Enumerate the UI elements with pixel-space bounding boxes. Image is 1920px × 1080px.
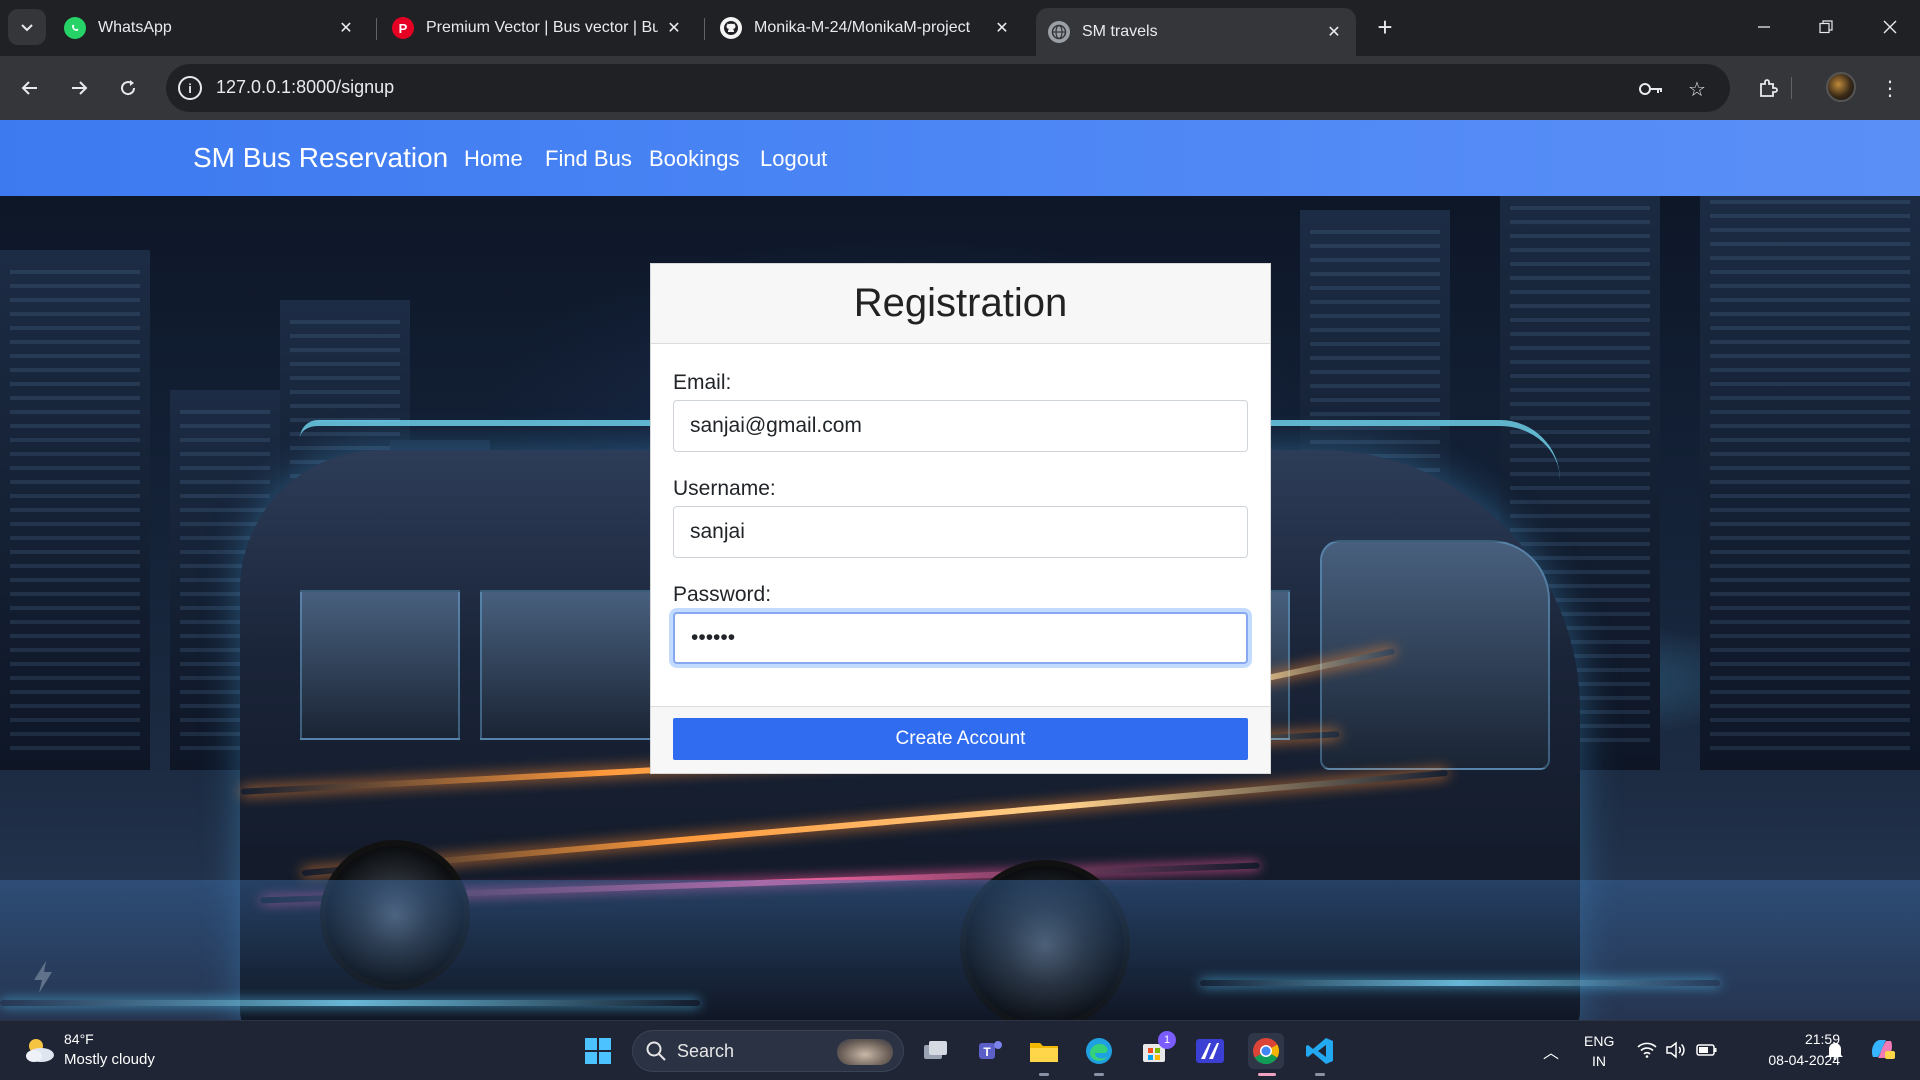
site-navbar: SM Bus Reservation Home Find Bus Booking… bbox=[0, 120, 1920, 196]
close-tab-icon[interactable]: ✕ bbox=[336, 18, 356, 38]
show-hidden-icons[interactable]: ︿ bbox=[1543, 1039, 1559, 1063]
street bbox=[0, 880, 1920, 1020]
chrome-icon[interactable] bbox=[1248, 1033, 1284, 1069]
building-silhouette bbox=[0, 250, 150, 770]
taskbar-search[interactable]: Search bbox=[632, 1030, 904, 1072]
nav-link-find-bus[interactable]: Find Bus bbox=[545, 146, 632, 172]
close-icon bbox=[1883, 20, 1897, 34]
search-label: Search bbox=[677, 1041, 735, 1061]
tab-separator bbox=[704, 18, 705, 40]
partly-cloudy-icon[interactable] bbox=[22, 1035, 56, 1065]
page-title: Registration bbox=[853, 281, 1068, 325]
chrome-menu-icon[interactable]: ⋮ bbox=[1872, 70, 1908, 106]
tab-title: Monika-M-24/MonikaM-project bbox=[754, 19, 971, 36]
password-label: Password: bbox=[673, 583, 772, 606]
volume-icon[interactable] bbox=[1664, 1039, 1686, 1061]
whatsapp-icon bbox=[64, 17, 86, 39]
browser-toolbar: i 127.0.0.1:8000/signup ☆ ⋮ bbox=[0, 56, 1920, 120]
username-label: Username: bbox=[673, 477, 776, 500]
restore-icon bbox=[1819, 20, 1833, 34]
email-label: Email: bbox=[673, 371, 732, 394]
bus-windshield bbox=[1320, 540, 1550, 770]
notification-bell-icon[interactable] bbox=[1824, 1039, 1846, 1061]
bus-window bbox=[480, 590, 670, 740]
language-indicator[interactable]: ENG bbox=[1584, 1033, 1614, 1049]
forward-arrow-icon bbox=[72, 81, 88, 95]
tab-whatsapp[interactable]: WhatsApp ✕ bbox=[52, 8, 368, 48]
profile-avatar[interactable] bbox=[1826, 72, 1856, 102]
password-key-icon[interactable] bbox=[1638, 76, 1664, 102]
github-icon bbox=[720, 17, 742, 39]
windows-taskbar: 84°F Mostly cloudy Search T 1 ︿ ENG IN 2… bbox=[0, 1020, 1920, 1080]
url-text[interactable]: 127.0.0.1:8000/signup bbox=[216, 77, 394, 98]
tab-title: Premium Vector | Bus vector | Bus bbox=[426, 19, 658, 36]
language-region[interactable]: IN bbox=[1592, 1053, 1606, 1069]
tab-sm-travels[interactable]: SM travels ✕ bbox=[1036, 8, 1356, 56]
bus-window bbox=[300, 590, 460, 740]
battery-icon[interactable] bbox=[1696, 1039, 1718, 1061]
chevron-down-icon bbox=[21, 24, 33, 32]
weather-description[interactable]: Mostly cloudy bbox=[64, 1051, 155, 1068]
create-account-button[interactable]: Create Account bbox=[673, 718, 1248, 760]
restore-button[interactable] bbox=[1806, 10, 1846, 44]
extensions-icon[interactable] bbox=[1750, 70, 1786, 106]
card-footer: Create Account bbox=[651, 706, 1270, 773]
file-explorer-icon[interactable] bbox=[1026, 1033, 1062, 1069]
close-window-button[interactable] bbox=[1870, 10, 1910, 44]
active-indicator bbox=[1258, 1073, 1276, 1076]
notification-badge: 1 bbox=[1158, 1031, 1176, 1049]
weather-temperature[interactable]: 84°F bbox=[64, 1031, 94, 1047]
tab-github[interactable]: Monika-M-24/MonikaM-project ✕ bbox=[708, 8, 1024, 48]
site-brand[interactable]: SM Bus Reservation bbox=[193, 142, 448, 174]
running-indicator bbox=[1315, 1073, 1325, 1076]
task-view-icon[interactable] bbox=[918, 1033, 954, 1069]
reload-button[interactable] bbox=[110, 70, 146, 106]
tab-separator bbox=[376, 18, 377, 40]
back-arrow-icon bbox=[21, 81, 37, 95]
nav-link-home[interactable]: Home bbox=[464, 146, 523, 172]
running-indicator bbox=[1094, 1073, 1104, 1076]
copilot-icon[interactable] bbox=[1868, 1035, 1896, 1063]
windows-start-icon[interactable] bbox=[580, 1033, 616, 1069]
tab-title: WhatsApp bbox=[98, 19, 172, 36]
minimize-button[interactable] bbox=[1744, 10, 1784, 44]
lightning-icon bbox=[34, 961, 52, 993]
reload-icon bbox=[121, 80, 136, 96]
nav-link-bookings[interactable]: Bookings bbox=[649, 146, 740, 172]
tab-search-button[interactable] bbox=[8, 9, 46, 45]
tab-pinterest[interactable]: P Premium Vector | Bus vector | Bus ✕ bbox=[380, 8, 696, 48]
new-tab-button[interactable]: + bbox=[1370, 12, 1400, 42]
card-header: Registration bbox=[651, 264, 1270, 344]
teams-icon[interactable]: T bbox=[972, 1033, 1008, 1069]
forward-button[interactable] bbox=[61, 70, 97, 106]
tab-title: SM travels bbox=[1082, 23, 1158, 40]
svg-text:T: T bbox=[983, 1045, 991, 1059]
vscode-icon[interactable] bbox=[1302, 1033, 1338, 1069]
back-button[interactable] bbox=[12, 70, 48, 106]
running-indicator bbox=[1039, 1073, 1049, 1076]
close-tab-icon[interactable]: ✕ bbox=[664, 18, 684, 38]
page-viewport: SM Bus Reservation Home Find Bus Booking… bbox=[0, 120, 1920, 1020]
ai-app-icon[interactable] bbox=[1192, 1033, 1228, 1069]
toolbar-divider bbox=[1786, 70, 1796, 106]
globe-icon bbox=[1048, 21, 1070, 43]
minimize-icon bbox=[1758, 26, 1770, 28]
password-field[interactable]: •••••• bbox=[673, 612, 1248, 664]
username-field[interactable]: sanjai bbox=[673, 506, 1248, 558]
nav-link-logout[interactable]: Logout bbox=[760, 146, 827, 172]
search-icon bbox=[646, 1041, 666, 1061]
search-highlight-image bbox=[837, 1039, 893, 1065]
wifi-icon[interactable] bbox=[1636, 1039, 1658, 1061]
edge-icon[interactable] bbox=[1081, 1033, 1117, 1069]
pinterest-icon: P bbox=[392, 17, 414, 39]
bookmark-star-icon[interactable]: ☆ bbox=[1684, 76, 1710, 102]
browser-tab-strip: WhatsApp ✕ P Premium Vector | Bus vector… bbox=[0, 0, 1920, 56]
site-info-icon[interactable]: i bbox=[178, 76, 202, 100]
close-tab-icon[interactable]: ✕ bbox=[992, 18, 1012, 38]
address-bar[interactable]: i 127.0.0.1:8000/signup ☆ bbox=[166, 64, 1730, 112]
email-field[interactable]: sanjai@gmail.com bbox=[673, 400, 1248, 452]
registration-card: Registration Email: sanjai@gmail.com Use… bbox=[650, 263, 1271, 774]
close-tab-icon[interactable]: ✕ bbox=[1324, 22, 1344, 42]
building-silhouette bbox=[1700, 180, 1920, 770]
